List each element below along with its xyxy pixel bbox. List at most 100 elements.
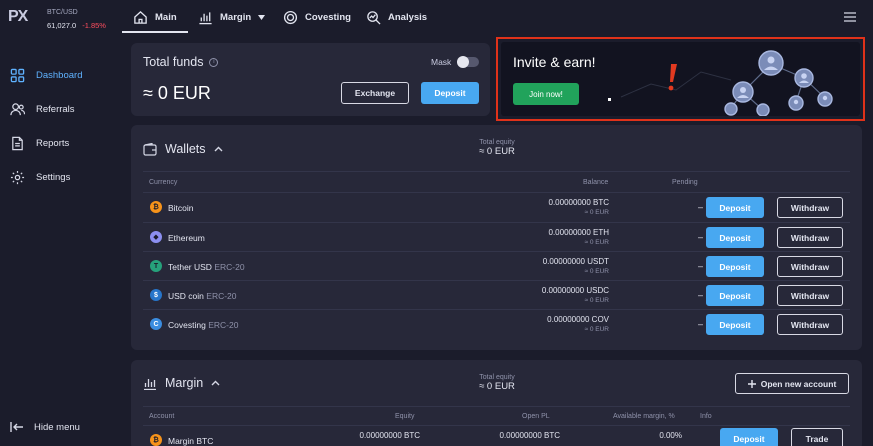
- total-equity-value: ≈ 0 EUR: [479, 381, 515, 392]
- deposit-button[interactable]: Deposit: [706, 197, 764, 218]
- equity-value: 0.00000000 BTC: [359, 431, 421, 440]
- sidebar-item-referrals[interactable]: Referrals: [10, 102, 75, 117]
- tab-label: Analysis: [388, 12, 428, 23]
- invite-banner[interactable]: Invite & earn! Join now!: [501, 42, 860, 116]
- wallets-total-equity: Total equity ≈ 0 EUR: [459, 139, 535, 157]
- balance: 0.00000000 COV ≈ 0 EUR: [547, 315, 609, 333]
- total-funds-title-text: Total funds: [143, 55, 204, 69]
- sidebar-item-reports[interactable]: Reports: [10, 136, 69, 151]
- margin-open-pl: 0.00000000 BTC: [500, 431, 561, 440]
- table-row: ◆ Ethereum 0.00000000 ETH ≈ 0 EUR – Depos…: [143, 223, 850, 252]
- coin-name: Ethereum: [168, 233, 205, 243]
- pending-value: –: [698, 290, 704, 300]
- withdraw-button[interactable]: Withdraw: [777, 227, 843, 248]
- bar-chart-icon: [144, 378, 156, 390]
- pending-value: –: [698, 319, 704, 329]
- token-standard-tag: ERC-20: [214, 262, 245, 272]
- hide-menu-label: Hide menu: [34, 421, 80, 433]
- mask-toggle[interactable]: [457, 56, 479, 68]
- wallet-icon: [143, 142, 157, 156]
- coin-name-text: USD coin: [168, 291, 204, 301]
- sidebar: PX BTC/USD 61,027.0 -1.85% Dashboard Refe…: [0, 0, 122, 446]
- deposit-button[interactable]: Deposit: [706, 227, 764, 248]
- deposit-button[interactable]: Deposit: [706, 256, 764, 277]
- tab-label: Covesting: [305, 12, 351, 23]
- balance-fiat: ≈ 0 EUR: [584, 326, 609, 333]
- users-icon: [10, 103, 25, 116]
- wallets-title: Wallets: [165, 142, 206, 156]
- margin-deposit-button[interactable]: Deposit: [720, 428, 778, 446]
- withdraw-button[interactable]: Withdraw: [777, 314, 843, 335]
- coin-name: Bitcoin: [168, 203, 194, 213]
- pending-value: –: [698, 261, 704, 271]
- coin-name: USD coin ERC-20: [168, 291, 237, 301]
- sidebar-item-label: Reports: [36, 138, 70, 149]
- pending-value: –: [698, 202, 704, 212]
- table-row: $ USD coin ERC-20 0.00000000 USDC ≈ 0 EUR…: [143, 281, 850, 310]
- balance-crypto: 0.00000000 COV: [547, 315, 609, 324]
- bar-chart-icon: [199, 12, 212, 25]
- info-icon[interactable]: i: [209, 57, 219, 67]
- margin-available: 0.00%: [659, 431, 682, 440]
- account-name-text: Margin BTC: [168, 436, 214, 446]
- total-equity-value: ≈ 0 EUR: [479, 146, 515, 157]
- wallets-header[interactable]: Wallets: [143, 142, 223, 156]
- balance-fiat: ≈ 0 EUR: [584, 297, 609, 304]
- total-equity-label: Total equity: [479, 374, 515, 381]
- topbar: Main Margin Covesting Analysis: [122, 0, 873, 35]
- sidebar-item-label: Dashboard: [36, 70, 83, 81]
- chevron-up-icon: [211, 380, 220, 386]
- sidebar-item-settings[interactable]: Settings: [10, 170, 70, 185]
- gear-icon: [10, 170, 25, 185]
- total-funds-value: ≈ 0 EUR: [143, 83, 211, 103]
- pending-value: –: [698, 232, 704, 242]
- wallets-panel: Wallets Total equity ≈ 0 EUR Currency Ba…: [131, 125, 862, 350]
- balance-fiat: ≈ 0 EUR: [584, 268, 609, 275]
- bitcoin-coin-icon: ₿: [150, 434, 162, 446]
- open-new-account-button[interactable]: Open new account: [735, 373, 849, 394]
- covesting-icon: [283, 10, 298, 25]
- token-standard-tag: ERC-20: [208, 320, 239, 330]
- tab-covesting[interactable]: Covesting: [283, 10, 351, 25]
- deposit-button[interactable]: Deposit: [421, 82, 479, 104]
- active-tab-indicator: [122, 31, 188, 33]
- invite-title: Invite & earn!: [513, 54, 596, 70]
- divider: [143, 171, 850, 172]
- balance-crypto: 0.00000000 USDC: [541, 286, 609, 295]
- ticker-pair: BTC/USD: [47, 9, 78, 16]
- available-margin-value: 0.00%: [659, 431, 682, 440]
- column-header-account: Account: [149, 413, 175, 420]
- divider: [143, 406, 850, 407]
- margin-header[interactable]: Margin: [143, 376, 220, 390]
- deposit-button[interactable]: Deposit: [706, 285, 764, 306]
- balance: 0.00000000 ETH ≈ 0 EUR: [549, 228, 610, 246]
- token-standard-tag: ERC-20: [206, 291, 237, 301]
- coin-name-text: Bitcoin: [168, 203, 194, 213]
- withdraw-button[interactable]: Withdraw: [777, 256, 843, 277]
- withdraw-button[interactable]: Withdraw: [777, 285, 843, 306]
- chevron-up-icon: [214, 146, 223, 152]
- margin-title: Margin: [165, 376, 204, 390]
- deposit-button[interactable]: Deposit: [706, 314, 764, 335]
- column-header-pending: Pending: [672, 179, 698, 186]
- table-row: T Tether USD ERC-20 0.00000000 USDT ≈ 0 E…: [143, 252, 850, 281]
- balance: 0.00000000 BTC ≈ 0 EUR: [549, 198, 610, 216]
- join-now-button[interactable]: Join now!: [513, 83, 579, 105]
- hide-menu-button[interactable]: Hide menu: [10, 421, 80, 433]
- sidebar-item-label: Referrals: [36, 104, 75, 115]
- coin-name-text: Ethereum: [168, 233, 205, 243]
- exchange-button[interactable]: Exchange: [341, 82, 409, 104]
- trade-button[interactable]: Trade: [791, 428, 843, 446]
- tab-analysis[interactable]: Analysis: [366, 10, 427, 25]
- tab-margin[interactable]: Margin: [198, 10, 266, 25]
- ticker[interactable]: BTC/USD 61,027.0 -1.85%: [47, 7, 106, 31]
- ticker-change: -1.85%: [82, 21, 106, 30]
- column-header-balance: Balance: [583, 179, 609, 186]
- hamburger-menu-icon[interactable]: [844, 12, 856, 22]
- tab-main[interactable]: Main: [133, 10, 177, 25]
- withdraw-button[interactable]: Withdraw: [777, 197, 843, 218]
- column-header-info: Info: [700, 413, 712, 420]
- sidebar-item-dashboard[interactable]: Dashboard: [10, 68, 82, 83]
- home-icon: [134, 10, 147, 24]
- analysis-icon: [367, 11, 381, 25]
